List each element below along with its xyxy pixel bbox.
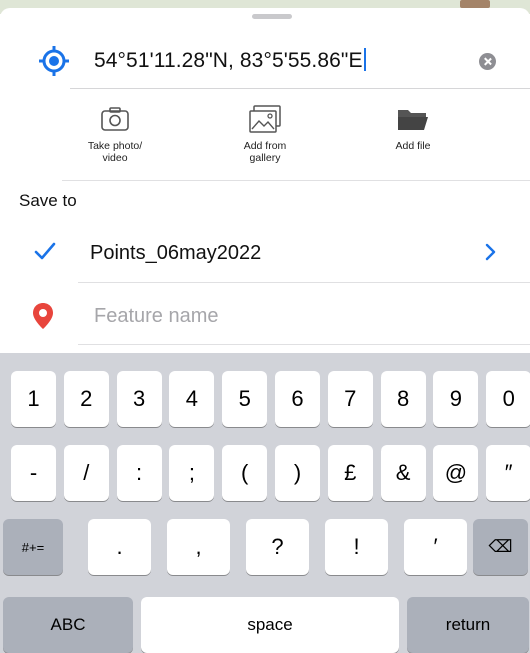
- key-return[interactable]: return: [407, 597, 529, 653]
- key-backspace[interactable]: ⌫: [473, 519, 528, 575]
- camera-icon: [101, 107, 129, 131]
- add-file-label: Add file: [395, 140, 431, 152]
- coordinates-field[interactable]: 54°51'11.28"N, 83°5'55.86"E: [94, 48, 366, 73]
- add-from-gallery-label: Add from gallery: [243, 140, 287, 164]
- sheet-grabber[interactable]: [252, 14, 292, 19]
- divider: [70, 88, 530, 89]
- key-symbol-3[interactable]: ;: [169, 445, 215, 501]
- key-symbol-6[interactable]: £: [327, 445, 373, 501]
- take-photo-button[interactable]: Take photo/ video: [60, 100, 170, 164]
- key-symbol-5[interactable]: ): [275, 445, 320, 501]
- add-file-button[interactable]: Add file: [358, 100, 468, 152]
- key-punct-2[interactable]: ,: [167, 519, 230, 575]
- key-7[interactable]: 7: [327, 371, 373, 427]
- location-target-icon[interactable]: [37, 44, 71, 78]
- key-0[interactable]: 0: [486, 371, 530, 427]
- gallery-icon: [249, 105, 281, 133]
- numeric-keyboard: 1 2 3 4 5 6 7 8 9 0 - /:;() £ & @ ″ #+=.,?! ′ ⌫ ABC space ret…: [0, 353, 530, 653]
- key-symbol-2[interactable]: :: [116, 445, 162, 501]
- divider: [78, 282, 530, 283]
- take-photo-label: Take photo/ video: [87, 140, 143, 164]
- key-symbol-0[interactable]: -: [11, 445, 56, 501]
- key-punct-4[interactable]: !: [325, 519, 388, 575]
- key-abc[interactable]: ABC: [3, 597, 133, 653]
- key-symbol-8[interactable]: @: [433, 445, 479, 501]
- key-symbol-9[interactable]: ″: [486, 445, 530, 501]
- key-5[interactable]: 5: [222, 371, 268, 427]
- folder-icon: [398, 110, 428, 130]
- feature-name-input[interactable]: [94, 302, 474, 330]
- add-from-gallery-button[interactable]: Add from gallery: [210, 100, 320, 164]
- clear-icon[interactable]: [479, 53, 496, 70]
- key-3[interactable]: 3: [116, 371, 162, 427]
- divider: [62, 180, 530, 181]
- key-9[interactable]: 9: [433, 371, 479, 427]
- save-to-heading: Save to: [19, 191, 77, 210]
- map-pin-icon: [33, 303, 53, 329]
- selected-layer-name: Points_06may2022: [90, 242, 262, 264]
- map-feature: [460, 0, 490, 8]
- divider: [78, 344, 530, 345]
- save-to-layer-row[interactable]: Points_06may2022: [0, 230, 530, 276]
- feature-name-row[interactable]: [0, 292, 530, 338]
- key-symbol-1[interactable]: /: [63, 445, 109, 501]
- key-8[interactable]: 8: [380, 371, 426, 427]
- key-1[interactable]: 1: [11, 371, 56, 427]
- key-space[interactable]: space: [141, 597, 399, 653]
- text-caret: [363, 48, 366, 71]
- key-6[interactable]: 6: [275, 371, 320, 427]
- coordinates-row[interactable]: 54°51'11.28"N, 83°5'55.86"E: [0, 38, 530, 84]
- key-more-symbols[interactable]: #+=: [3, 519, 63, 575]
- key-4[interactable]: 4: [169, 371, 215, 427]
- key-symbol-7[interactable]: &: [380, 445, 426, 501]
- key-punct-5[interactable]: ′: [404, 519, 467, 575]
- key-2[interactable]: 2: [63, 371, 109, 427]
- coordinates-value: 54°51'11.28"N, 83°5'55.86"E: [94, 49, 363, 72]
- key-symbol-4[interactable]: (: [222, 445, 268, 501]
- key-punct-3[interactable]: ?: [246, 519, 309, 575]
- key-punct-1[interactable]: .: [88, 519, 151, 575]
- chevron-right-icon: [485, 243, 496, 261]
- checkmark-icon: [34, 242, 56, 260]
